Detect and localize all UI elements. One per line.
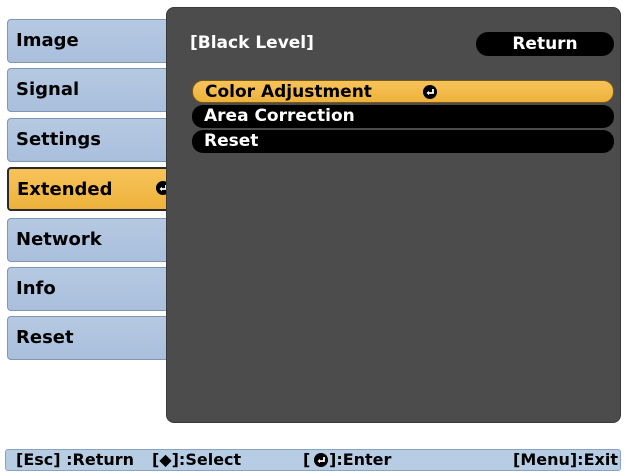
sidebar-item-label: Extended bbox=[17, 179, 113, 200]
sidebar-item-reset[interactable]: Reset bbox=[7, 316, 177, 360]
return-button[interactable]: Return bbox=[476, 32, 614, 56]
sidebar-item-label: Image bbox=[16, 30, 79, 51]
sidebar-item-extended[interactable]: Extended bbox=[7, 167, 178, 211]
enter-icon bbox=[423, 85, 437, 99]
menu-item-reset[interactable]: Reset bbox=[192, 130, 614, 153]
enter-icon bbox=[314, 453, 328, 467]
esc-hint: [Esc] :Return bbox=[16, 450, 135, 469]
menu-item-color-adjustment[interactable]: Color Adjustment bbox=[192, 80, 614, 103]
sidebar-item-label: Info bbox=[16, 278, 56, 299]
sidebar-item-label: Settings bbox=[16, 129, 101, 150]
sidebar-item-label: Signal bbox=[16, 79, 80, 100]
sidebar-item-info[interactable]: Info bbox=[7, 267, 177, 311]
help-bar: [Esc] :Return [◆]:Select [ ]:Enter [Menu… bbox=[5, 449, 621, 471]
menu-item-label: Color Adjustment bbox=[205, 82, 372, 102]
sidebar-item-label: Network bbox=[16, 229, 102, 250]
menu-item-area-correction[interactable]: Area Correction bbox=[192, 105, 614, 128]
page-title: [Black Level] bbox=[190, 33, 314, 53]
sidebar-item-network[interactable]: Network bbox=[7, 218, 177, 262]
menu-exit-hint: [Menu]:Exit bbox=[513, 450, 618, 469]
enter-hint-open: [ bbox=[303, 450, 311, 469]
sidebar-item-settings[interactable]: Settings bbox=[7, 118, 177, 162]
sidebar-item-image[interactable]: Image bbox=[7, 19, 177, 63]
submenu-panel bbox=[166, 7, 621, 423]
menu-item-label: Reset bbox=[204, 131, 259, 151]
menu-item-label: Area Correction bbox=[204, 106, 355, 126]
sidebar-item-signal[interactable]: Signal bbox=[7, 68, 177, 112]
enter-hint: ]:Enter bbox=[329, 450, 392, 469]
sidebar-item-label: Reset bbox=[16, 327, 74, 348]
select-hint: [◆]:Select bbox=[152, 450, 242, 469]
